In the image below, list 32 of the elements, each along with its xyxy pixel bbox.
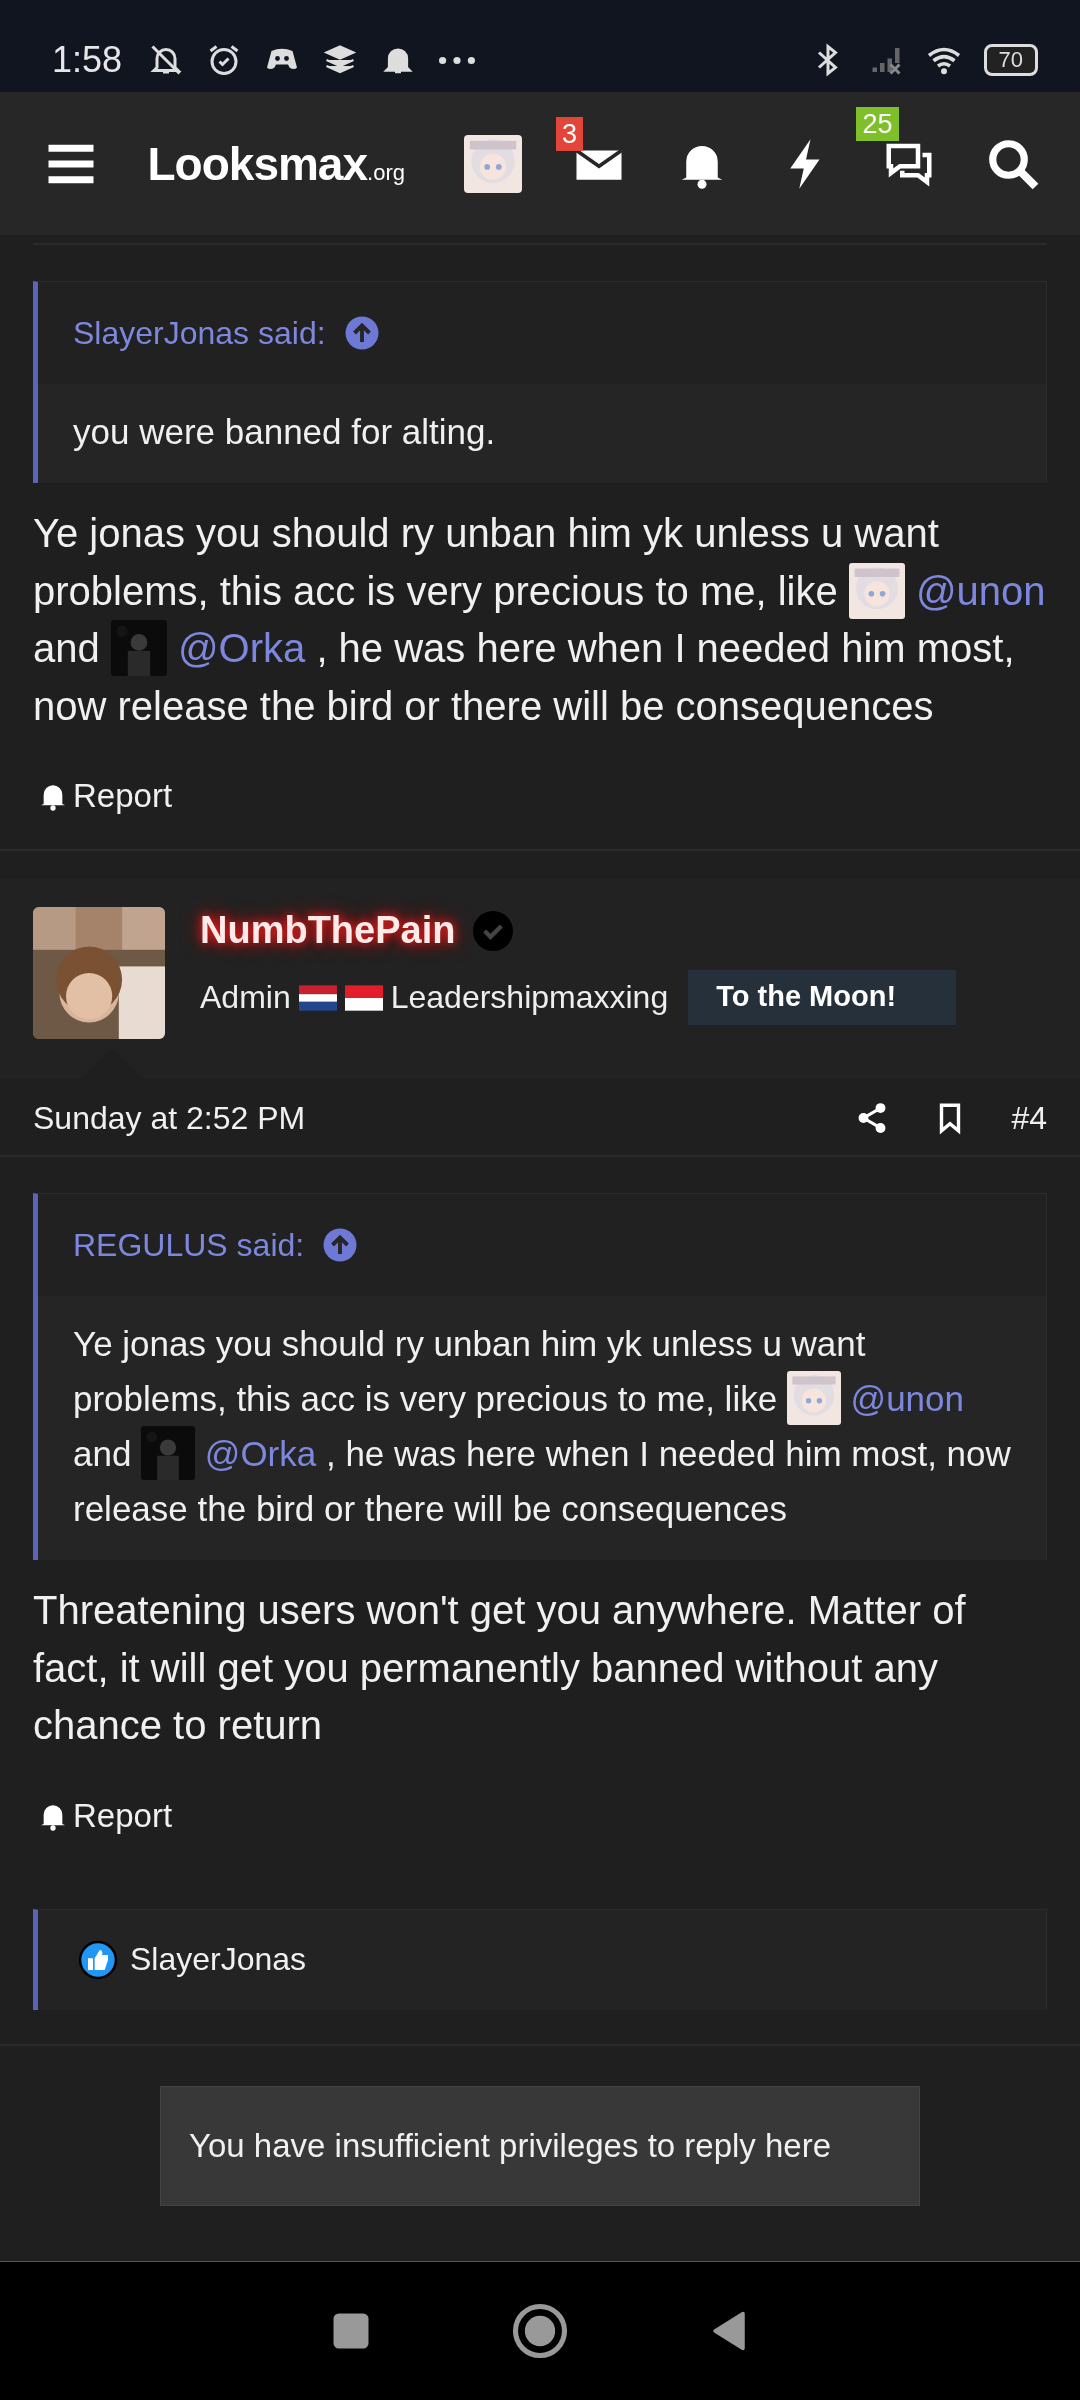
mention-link[interactable]: @Orka — [178, 626, 306, 670]
username-link[interactable]: NumbThePain — [200, 909, 456, 952]
report-button[interactable]: Report — [37, 1796, 173, 1835]
mention-link[interactable]: @unon — [915, 568, 1046, 613]
reactor-link[interactable]: SlayerJonas — [130, 1941, 307, 1978]
post-text: Threatening users won't get you anywhere. Matter of fact, it will get you permanently banned without any chance to return — [33, 1587, 967, 1749]
post-date-link[interactable]: Sunday at 2:52 PM — [33, 1099, 306, 1137]
flag-icon — [298, 984, 337, 1011]
quote-text: Ye jonas you should ry unban him yk unless u want problems, this acc is very precious to me, like @unon and @Orka , he was here when I needed him most, now release the bird or there will be consequences — [73, 1323, 1011, 1530]
site-logo[interactable]: Looksmax.org — [147, 136, 405, 191]
post-number-link[interactable]: #4 — [1011, 1099, 1047, 1137]
arrow-up-icon[interactable] — [343, 315, 380, 351]
quote-author-link[interactable]: SlayerJonas said: — [73, 314, 326, 352]
unread-count: 25 — [856, 106, 899, 141]
mention-link[interactable]: @unon — [850, 1379, 964, 1418]
report-button[interactable]: Report — [37, 777, 173, 815]
user-banner: To the Moon! — [688, 970, 957, 1025]
post-text: Ye jonas you should ry unban him yk unless u want problems, this acc is very precious to me, like @unon and @Orka , he was here when I needed him most, now release the bird or there will be consequences — [33, 510, 1047, 730]
thumbs-up-icon — [78, 1939, 118, 1980]
notice-text: You have insufficient privileges to reply here — [189, 2126, 832, 2164]
mention-link[interactable]: @Orka — [204, 1434, 317, 1473]
arrow-up-icon[interactable] — [322, 1227, 359, 1263]
clock: 1:58 — [52, 39, 123, 81]
user-role: Admin — [200, 979, 291, 1016]
quote-text: you were banned for alting. — [73, 411, 497, 453]
flag-icon — [344, 984, 383, 1011]
home-icon[interactable] — [512, 2303, 568, 2359]
quote-author-link[interactable]: REGULUS said: — [73, 1226, 305, 1264]
user-title: Leadershipmaxxing — [390, 979, 669, 1016]
more-icon — [438, 55, 477, 65]
unread-count: 3 — [555, 116, 583, 151]
battery-icon: 70 — [983, 44, 1038, 76]
